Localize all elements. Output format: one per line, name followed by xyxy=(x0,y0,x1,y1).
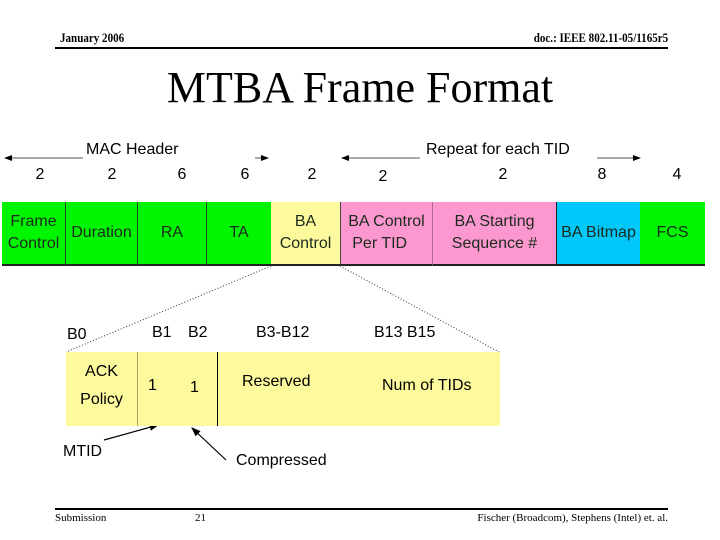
compressed-value: 1 xyxy=(190,379,199,396)
field-size: 6 xyxy=(177,166,187,183)
field-size: 2 xyxy=(378,168,388,185)
field-label: Sequence # xyxy=(451,235,538,252)
footer-authors: Fischer (Broadcom), Stephens (Intel) et.… xyxy=(477,512,668,524)
field-frame-control: Frame Control xyxy=(2,202,65,266)
field-ra: RA xyxy=(137,202,206,266)
mtid-annotation: MTID xyxy=(63,443,103,460)
field-label: Duration xyxy=(71,224,132,241)
bit-label-b1: B1 xyxy=(152,324,172,341)
reserved-label: Reserved xyxy=(242,373,311,390)
field-label: RA xyxy=(160,224,184,241)
field-size: 4 xyxy=(672,166,682,183)
field-label: Control xyxy=(279,235,332,252)
subfield-label: ACK xyxy=(85,363,118,380)
field-size: 2 xyxy=(498,166,508,183)
field-size: 2 xyxy=(107,166,117,183)
bit-label-b2: B2 xyxy=(188,324,208,341)
mac-header-label: MAC Header xyxy=(86,141,179,158)
footer-rule xyxy=(55,508,668,510)
mtid-value: 1 xyxy=(148,377,157,394)
field-label: BA Bitmap xyxy=(561,224,636,241)
field-ba-control: BA Control xyxy=(271,202,340,266)
bit-label-b13-b15: B13 B15 xyxy=(374,324,436,341)
field-fcs: FCS xyxy=(640,202,705,266)
diagram-lines xyxy=(4,155,641,461)
field-label: Control xyxy=(7,235,60,252)
field-ba-control-per-tid: BA Control Per TID xyxy=(340,202,432,266)
subfield-ack-policy: ACK Policy xyxy=(66,352,137,426)
compressed-arrow xyxy=(191,427,227,461)
compressed-annotation: Compressed xyxy=(236,452,327,469)
field-ba-bitmap: BA Bitmap xyxy=(556,202,640,266)
field-label: Per TID xyxy=(352,235,408,252)
field-label: TA xyxy=(229,224,249,241)
mtid-arrow xyxy=(103,423,160,441)
field-label: BA Control xyxy=(348,213,425,230)
field-label: FCS xyxy=(656,224,689,241)
subfield-label: Policy xyxy=(80,391,123,408)
subfield-mtid-compressed: 1 1 xyxy=(137,352,218,426)
field-label: BA Starting xyxy=(454,213,535,230)
field-duration: Duration xyxy=(65,202,137,266)
field-size: 2 xyxy=(35,166,45,183)
field-ta: TA xyxy=(206,202,271,266)
num-of-tids-label: Num of TIDs xyxy=(382,377,472,394)
repeat-for-each-tid-label: Repeat for each TID xyxy=(426,141,570,158)
bit-label-b3-b12: B3-B12 xyxy=(256,324,310,341)
field-size: 6 xyxy=(240,166,250,183)
footer-submission: Submission xyxy=(55,512,107,524)
bit-label-b0: B0 xyxy=(67,326,87,343)
field-label: BA xyxy=(294,213,317,230)
field-ba-starting-sequence: BA Starting Sequence # xyxy=(432,202,556,266)
subfield-reserved-num-tids: Reserved Num of TIDs xyxy=(217,352,500,426)
field-size: 8 xyxy=(597,166,607,183)
field-size: 2 xyxy=(307,166,317,183)
field-label: Frame xyxy=(10,213,57,230)
footer-page-number: 21 xyxy=(195,512,206,524)
